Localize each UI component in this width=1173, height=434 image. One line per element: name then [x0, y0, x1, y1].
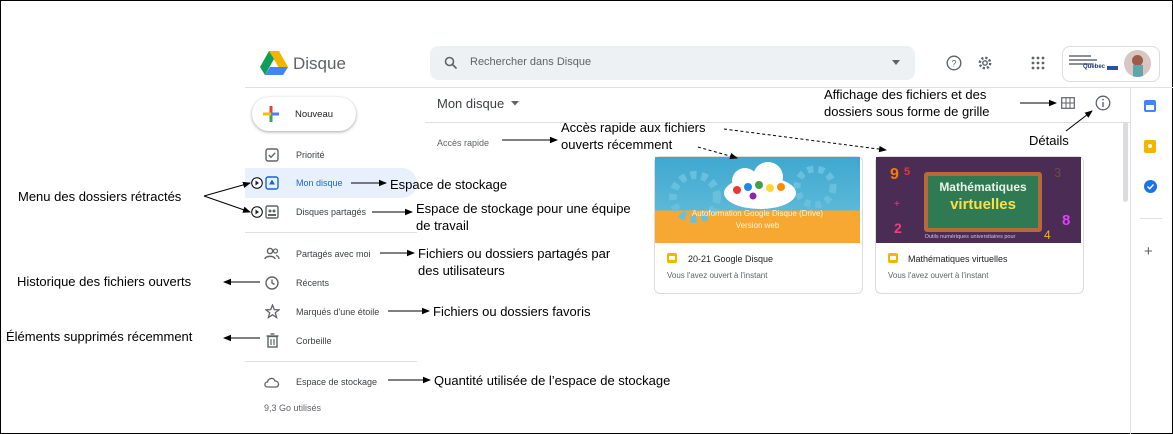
arrow-details — [1065, 110, 1093, 132]
annotation-arrows — [203, 99, 1093, 384]
arrow-acces-rapide-card1 — [697, 146, 738, 160]
arrow-acces-rapide-card2 — [723, 128, 887, 153]
arrow-menu-dossiers-2 — [203, 195, 251, 213]
arrow-menu-dossiers-1 — [203, 181, 251, 197]
